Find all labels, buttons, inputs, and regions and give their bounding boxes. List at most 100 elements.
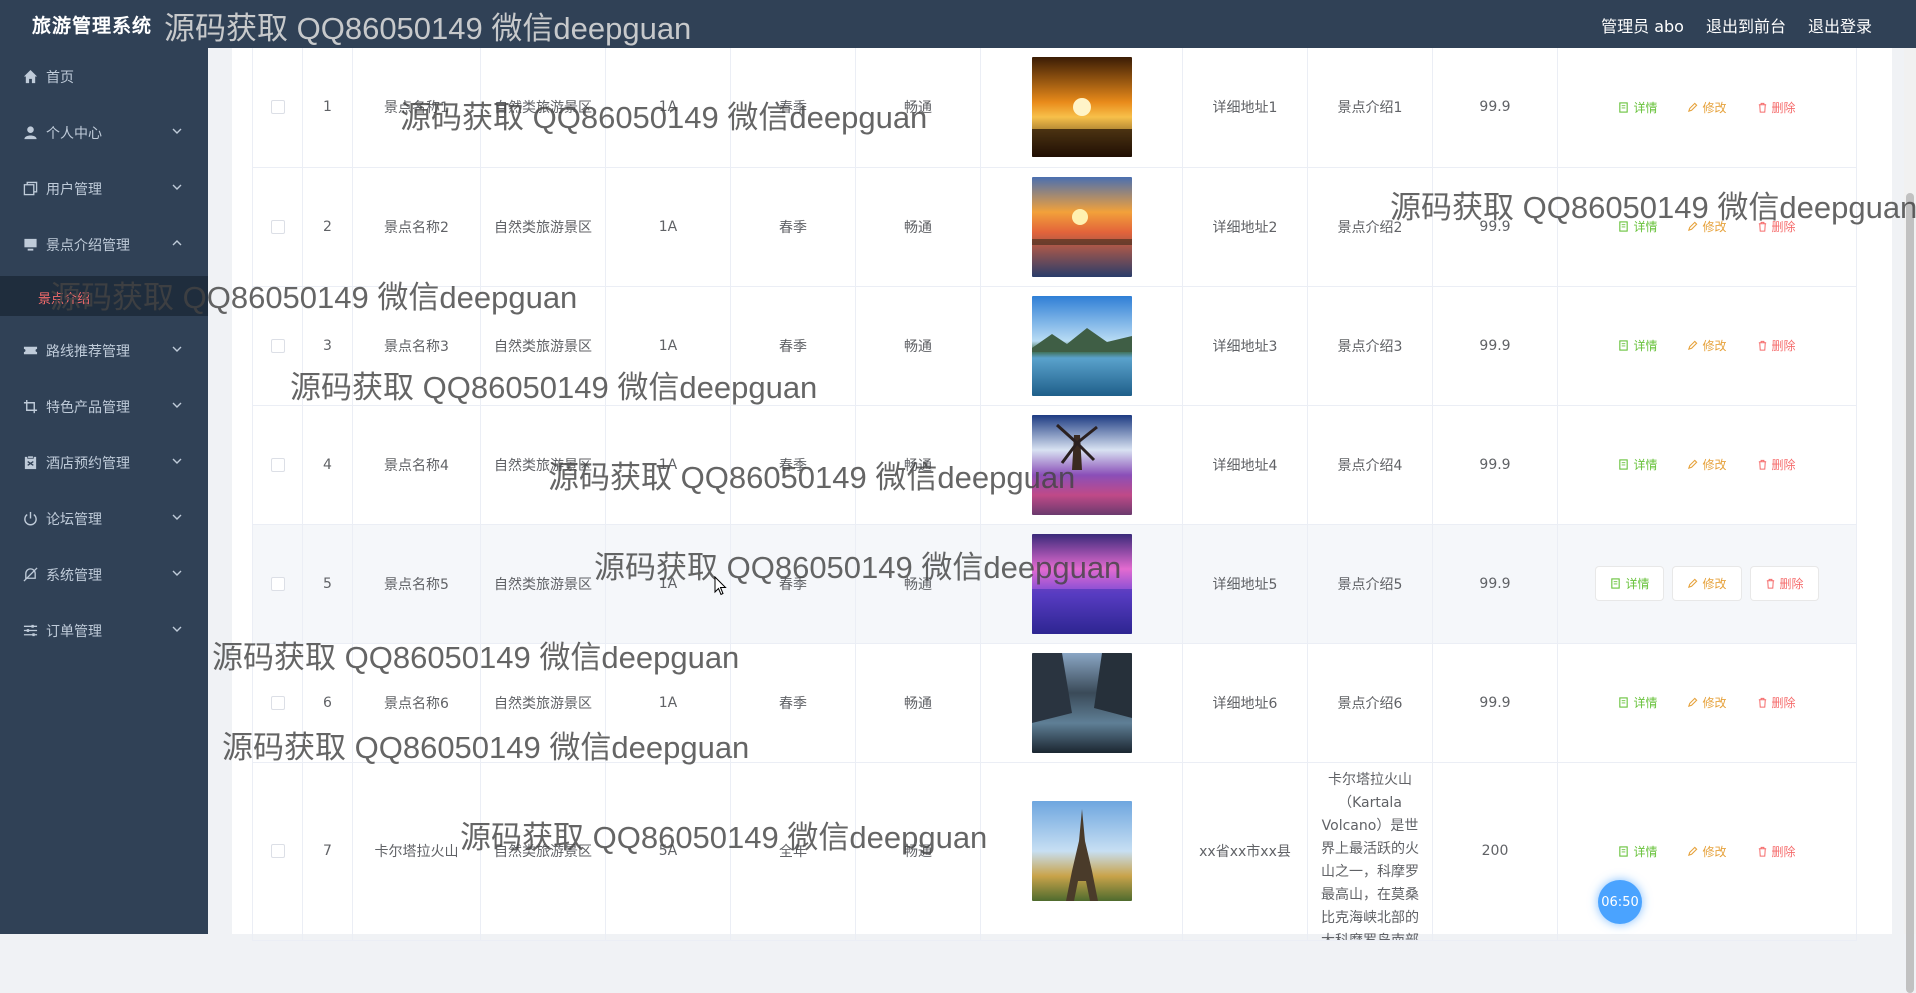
detail-button[interactable]: 详情 bbox=[1608, 688, 1667, 717]
table-row[interactable]: 6 景点名称6 自然类旅游景区 1A 春季 畅通 详细地址6 景点介绍6 99.… bbox=[252, 643, 1857, 763]
edit-button[interactable]: 修改 bbox=[1677, 212, 1736, 241]
detail-button[interactable]: 详情 bbox=[1608, 212, 1667, 241]
sidebar-item-label: 个人中心 bbox=[46, 126, 102, 142]
attraction-season: 春季 bbox=[730, 643, 856, 763]
delete-button[interactable]: 删除 bbox=[1750, 567, 1818, 600]
delete-button[interactable]: 删除 bbox=[1747, 93, 1806, 122]
attraction-image bbox=[1031, 57, 1132, 158]
sidebar-item-label: 用户管理 bbox=[46, 182, 102, 198]
attraction-type: 自然类旅游景区 bbox=[480, 167, 606, 287]
monitor-icon bbox=[22, 236, 38, 252]
row-checkbox[interactable] bbox=[270, 844, 285, 858]
attraction-address: xx省xx市xx县 bbox=[1182, 762, 1308, 941]
edit-button[interactable]: 修改 bbox=[1677, 93, 1736, 122]
attraction-intro: 景点介绍2 bbox=[1307, 167, 1433, 287]
attraction-level: 1A bbox=[605, 167, 731, 287]
row-checkbox[interactable] bbox=[270, 219, 285, 234]
chevron-down-icon bbox=[172, 184, 182, 190]
row-checkbox[interactable] bbox=[270, 457, 285, 472]
edit-button[interactable]: 修改 bbox=[1677, 331, 1736, 360]
detail-button[interactable]: 详情 bbox=[1596, 567, 1664, 600]
document-icon bbox=[1619, 340, 1629, 351]
edit-button[interactable]: 修改 bbox=[1677, 688, 1736, 717]
attraction-intro: 景点介绍6 bbox=[1307, 643, 1433, 763]
row-index: 7 bbox=[302, 762, 353, 941]
sidebar-item-label: 论坛管理 bbox=[46, 512, 102, 528]
attraction-image bbox=[1031, 414, 1132, 515]
trash-icon bbox=[1758, 221, 1766, 232]
detail-button[interactable]: 详情 bbox=[1608, 837, 1667, 866]
row-checkbox[interactable] bbox=[270, 695, 285, 710]
sidebar-item-attraction-management[interactable]: 景点介绍管理 bbox=[0, 224, 208, 264]
attraction-traffic: 畅通 bbox=[855, 524, 981, 644]
attraction-type: 自然类旅游景区 bbox=[480, 48, 606, 168]
table-row[interactable]: 2 景点名称2 自然类旅游景区 1A 春季 畅通 详细地址2 景点介绍2 99.… bbox=[252, 167, 1857, 287]
sidebar-item-home[interactable]: 首页 bbox=[0, 56, 208, 96]
detail-button[interactable]: 详情 bbox=[1608, 450, 1667, 479]
trash-icon bbox=[1766, 578, 1774, 589]
row-checkbox[interactable] bbox=[270, 338, 285, 353]
attraction-image bbox=[1031, 652, 1132, 753]
attraction-price: 99.9 bbox=[1432, 167, 1558, 287]
sidebar-item-personal-center[interactable]: 个人中心 bbox=[0, 112, 208, 152]
scrollbar-thumb[interactable] bbox=[1906, 193, 1914, 993]
trash-icon bbox=[1758, 102, 1766, 113]
attraction-level: 1A bbox=[605, 48, 731, 168]
delete-button[interactable]: 删除 bbox=[1747, 688, 1806, 717]
attraction-price: 99.9 bbox=[1432, 643, 1558, 763]
attraction-address: 详细地址1 bbox=[1182, 48, 1308, 168]
sidebar-item-user-management[interactable]: 用户管理 bbox=[0, 168, 208, 208]
attraction-name: 景点名称2 bbox=[352, 167, 481, 287]
sidebar-item-route-management[interactable]: 路线推荐管理 bbox=[0, 330, 208, 370]
detail-button[interactable]: 详情 bbox=[1608, 331, 1667, 360]
attraction-type: 自然类旅游景区 bbox=[480, 405, 606, 525]
chevron-down-icon bbox=[172, 626, 182, 632]
chevron-down-icon bbox=[172, 458, 182, 464]
attraction-price: 99.9 bbox=[1432, 48, 1558, 168]
vertical-scrollbar[interactable] bbox=[1904, 48, 1916, 993]
table-row[interactable]: 5 景点名称5 自然类旅游景区 1A 春季 畅通 详细地址5 景点介绍5 99.… bbox=[252, 524, 1857, 644]
attraction-intro: 景点介绍3 bbox=[1307, 286, 1433, 406]
row-index: 3 bbox=[302, 286, 353, 406]
attraction-level: 1A bbox=[605, 643, 731, 763]
sidebar-item-order-management[interactable]: 订单管理 bbox=[0, 610, 208, 650]
sidebar-item-forum-management[interactable]: 论坛管理 bbox=[0, 498, 208, 538]
edit-button[interactable]: 修改 bbox=[1677, 837, 1736, 866]
attraction-type: 自然类旅游景区 bbox=[480, 643, 606, 763]
logout-link[interactable]: 退出登录 bbox=[1808, 13, 1872, 37]
table-row[interactable]: 1 景点名称1 自然类旅游景区 1A 春季 畅通 详细地址1 景点介绍1 99.… bbox=[252, 48, 1857, 168]
exit-to-front-link[interactable]: 退出到前台 bbox=[1706, 13, 1786, 37]
user-icon bbox=[22, 124, 38, 140]
attraction-traffic: 畅通 bbox=[855, 48, 981, 168]
attraction-season: 春季 bbox=[730, 48, 856, 168]
sidebar: 首页 个人中心 用户管理 景点介绍管理 景点介绍 路线推荐管理 特色产品管理 酒… bbox=[0, 48, 208, 934]
chevron-down-icon bbox=[172, 128, 182, 134]
sidebar-subitem-attraction-intro[interactable]: 景点介绍 bbox=[0, 276, 208, 316]
attraction-season: 春季 bbox=[730, 286, 856, 406]
row-index: 4 bbox=[302, 405, 353, 525]
pencil-icon bbox=[1688, 221, 1698, 232]
delete-button[interactable]: 删除 bbox=[1747, 837, 1806, 866]
sidebar-item-system-management[interactable]: 系统管理 bbox=[0, 554, 208, 594]
row-checkbox[interactable] bbox=[270, 576, 285, 591]
ticket-icon bbox=[22, 342, 38, 358]
delete-button[interactable]: 删除 bbox=[1747, 212, 1806, 241]
delete-button[interactable]: 删除 bbox=[1747, 331, 1806, 360]
sidebar-item-product-management[interactable]: 特色产品管理 bbox=[0, 386, 208, 426]
table-row[interactable]: 4 景点名称4 自然类旅游景区 1A 春季 畅通 详细地址4 景点介绍4 99.… bbox=[252, 405, 1857, 525]
attraction-address: 详细地址4 bbox=[1182, 405, 1308, 525]
detail-button[interactable]: 详情 bbox=[1608, 93, 1667, 122]
row-checkbox[interactable] bbox=[270, 100, 285, 115]
edit-button[interactable]: 修改 bbox=[1677, 450, 1736, 479]
table-row[interactable]: 3 景点名称3 自然类旅游景区 1A 春季 畅通 详细地址3 景点介绍3 99.… bbox=[252, 286, 1857, 406]
document-icon bbox=[1619, 459, 1629, 470]
attraction-type: 自然类旅游景区 bbox=[480, 286, 606, 406]
delete-button[interactable]: 删除 bbox=[1747, 450, 1806, 479]
edit-button[interactable]: 修改 bbox=[1673, 567, 1741, 600]
sidebar-item-hotel-management[interactable]: 酒店预约管理 bbox=[0, 442, 208, 482]
attraction-level: 1A bbox=[605, 405, 731, 525]
row-index: 6 bbox=[302, 643, 353, 763]
trash-icon bbox=[1758, 697, 1766, 708]
floating-timer-badge[interactable]: 06:50 bbox=[1598, 880, 1642, 924]
sidebar-subitem-label: 景点介绍 bbox=[38, 292, 91, 307]
